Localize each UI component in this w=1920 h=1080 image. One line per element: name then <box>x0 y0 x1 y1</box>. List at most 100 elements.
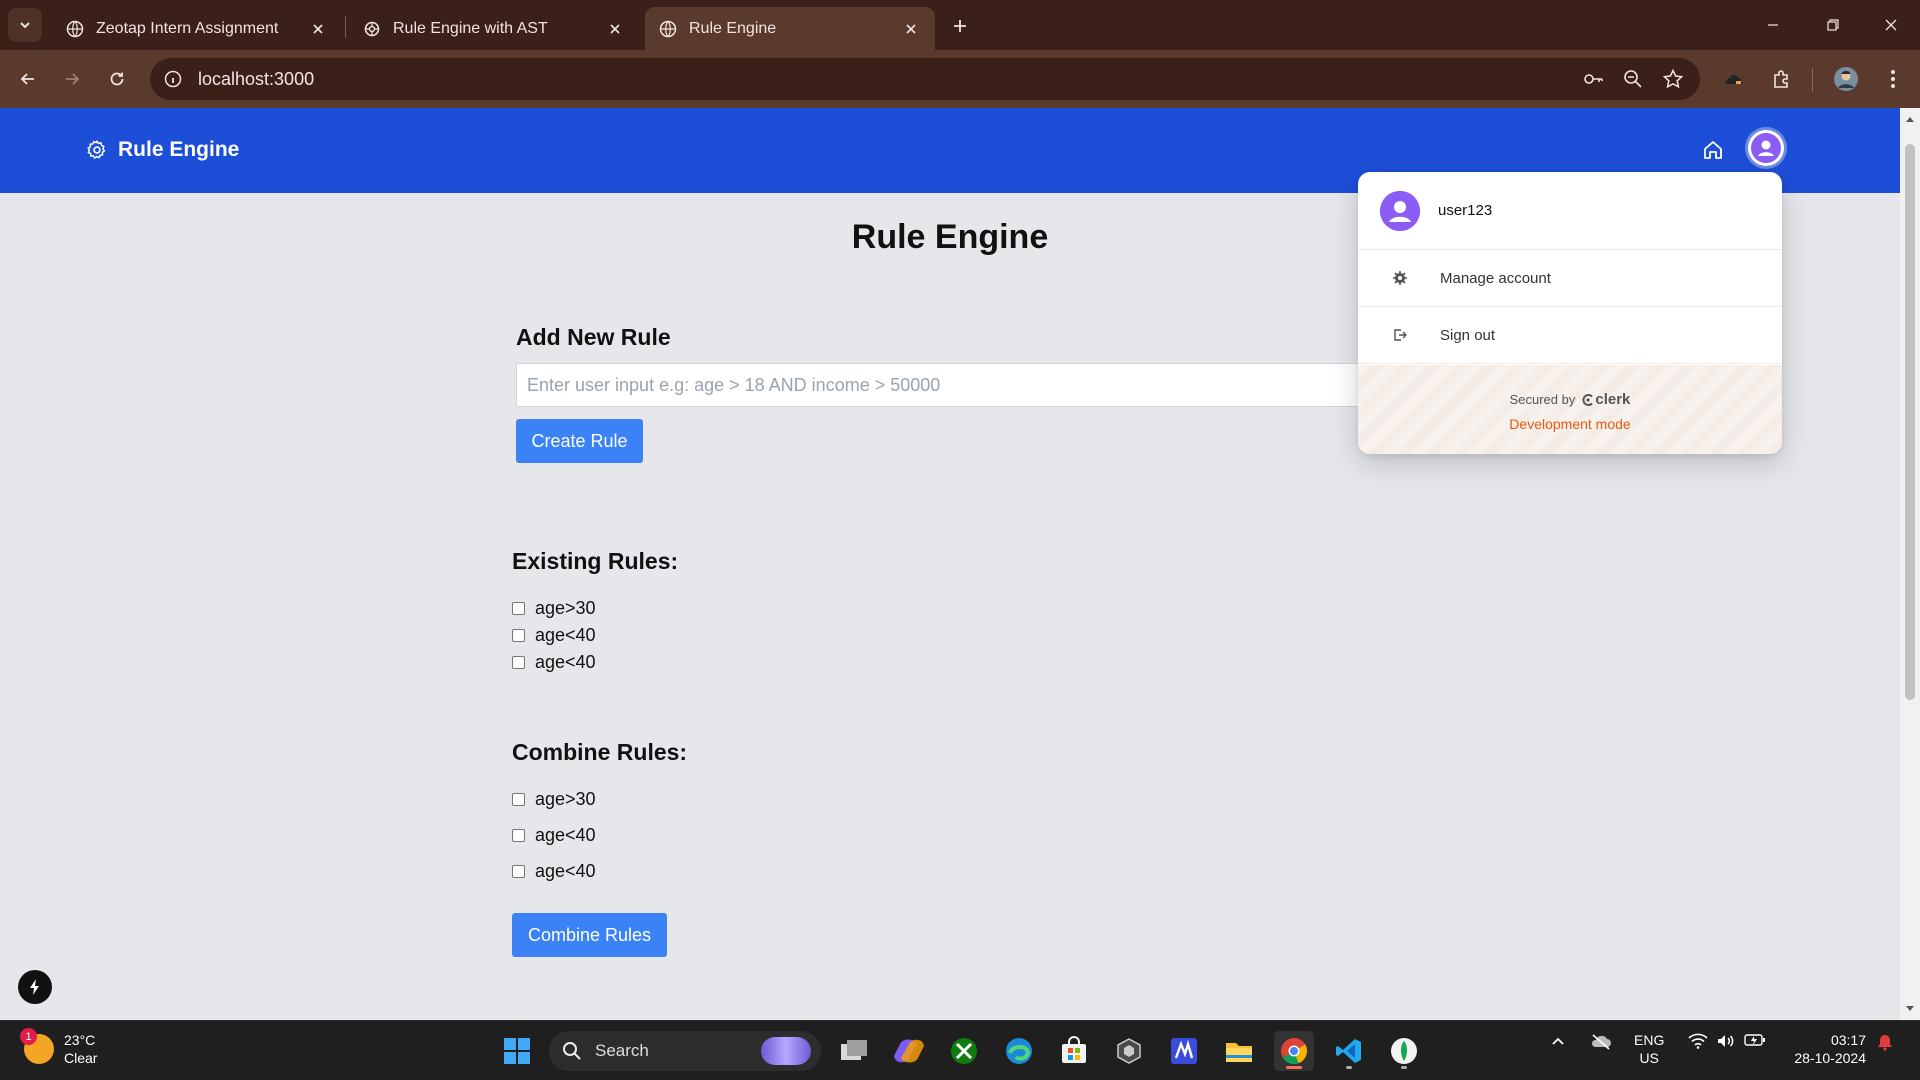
plus-icon <box>954 20 966 32</box>
tab-title: Zeotap Intern Assignment <box>96 19 279 37</box>
notification-badge: 1 <box>20 1028 37 1045</box>
user-avatar-button[interactable] <box>1748 130 1784 166</box>
dev-tools-bolt-button[interactable] <box>18 970 52 1004</box>
active-app-indicator <box>1286 1066 1302 1069</box>
password-key-icon[interactable] <box>1582 68 1604 90</box>
copilot-icon[interactable] <box>889 1031 929 1071</box>
show-hidden-icons-chevron-icon[interactable] <box>1550 1033 1566 1049</box>
tab-rule-engine-ast[interactable]: Rule Engine with AST <box>349 7 639 50</box>
unity-icon[interactable] <box>1109 1031 1149 1071</box>
taskbar-search[interactable]: Search <box>549 1031 821 1071</box>
bookmark-star-icon[interactable] <box>1662 68 1684 90</box>
gear-icon <box>86 139 108 161</box>
user-avatar-icon <box>1751 133 1781 163</box>
development-mode-label: Development mode <box>1509 416 1631 432</box>
popover-footer: Secured by clerk Development mode <box>1358 365 1782 454</box>
xbox-icon[interactable] <box>944 1031 984 1071</box>
existing-rules-heading: Existing Rules: <box>512 548 679 574</box>
mongodb-compass-icon[interactable] <box>1384 1031 1424 1071</box>
rule-input[interactable] <box>516 363 1416 407</box>
close-icon[interactable] <box>901 19 921 39</box>
new-tab-button[interactable] <box>946 12 974 40</box>
zoom-icon[interactable] <box>1622 68 1644 90</box>
tab-zeotap[interactable]: Zeotap Intern Assignment <box>52 7 342 50</box>
tab-rule-engine[interactable]: Rule Engine <box>645 7 935 50</box>
running-app-indicator <box>1401 1066 1407 1069</box>
existing-rule-item[interactable]: age>30 <box>512 598 596 619</box>
create-rule-button[interactable]: Create Rule <box>516 419 643 463</box>
weather-widget[interactable]: 1 23°C Clear <box>20 1028 97 1067</box>
windows-taskbar: 1 23°C Clear Search ENG US 03:17 28-10-2… <box>0 1020 1920 1080</box>
checkbox[interactable] <box>512 602 525 615</box>
scroll-up-arrow-icon[interactable] <box>1900 110 1920 128</box>
site-info-icon[interactable] <box>162 68 184 90</box>
existing-rule-item[interactable]: age<40 <box>512 652 596 673</box>
brand-link[interactable]: Rule Engine <box>86 138 239 162</box>
back-button[interactable] <box>12 63 44 95</box>
tab-title: Rule Engine with AST <box>393 19 548 37</box>
chrome-icon[interactable] <box>1274 1031 1314 1071</box>
combine-rule-item[interactable]: age>30 <box>512 789 596 810</box>
arrow-left-icon <box>20 73 34 85</box>
minimize-icon <box>1768 24 1778 26</box>
combine-rule-item[interactable]: age<40 <box>512 861 596 882</box>
tab-search-dropdown[interactable] <box>8 8 42 42</box>
rule-label: age<40 <box>535 652 596 672</box>
notification-bell-icon[interactable] <box>1876 1033 1894 1051</box>
checkbox[interactable] <box>512 793 525 806</box>
checkbox[interactable] <box>512 865 525 878</box>
battery-icon[interactable] <box>1744 1033 1766 1047</box>
restore-icon <box>1827 19 1839 31</box>
input-language[interactable]: ENG US <box>1634 1031 1664 1067</box>
existing-rule-item[interactable]: age<40 <box>512 625 596 646</box>
add-rule-heading: Add New Rule <box>516 324 671 350</box>
close-icon <box>1885 19 1897 31</box>
close-icon[interactable] <box>605 19 625 39</box>
microsoft-store-icon[interactable] <box>1054 1031 1094 1071</box>
page-scrollbar[interactable] <box>1900 108 1920 1020</box>
forward-button[interactable] <box>56 63 88 95</box>
vscode-icon[interactable] <box>1329 1031 1369 1071</box>
user-menu-popover: user123 Manage account Sign out Secured … <box>1358 172 1782 454</box>
manage-account-button[interactable]: Manage account <box>1358 250 1782 307</box>
more-menu-icon[interactable] <box>1877 63 1909 95</box>
checkbox[interactable] <box>512 629 525 642</box>
lightning-icon <box>30 979 39 995</box>
home-button[interactable] <box>1698 135 1728 165</box>
clerk-icon <box>1582 393 1594 406</box>
close-window-button[interactable] <box>1876 10 1906 40</box>
volume-icon[interactable] <box>1716 1033 1736 1049</box>
minimize-button[interactable] <box>1758 10 1788 40</box>
wifi-icon[interactable] <box>1688 1033 1708 1049</box>
extension-hat-icon[interactable] <box>1718 63 1750 95</box>
clerk-name: clerk <box>1595 391 1631 408</box>
clerk-logo[interactable]: clerk <box>1581 391 1630 408</box>
extensions-puzzle-icon[interactable] <box>1766 63 1798 95</box>
user-info: user123 <box>1358 172 1782 250</box>
windows-start-icon[interactable] <box>497 1031 537 1071</box>
close-icon[interactable] <box>308 19 328 39</box>
combine-rule-item[interactable]: age<40 <box>512 825 596 846</box>
toolbar-divider <box>1812 68 1813 92</box>
sign-out-button[interactable]: Sign out <box>1358 307 1782 364</box>
system-clock[interactable]: 03:17 28-10-2024 <box>1786 1031 1866 1067</box>
profile-avatar[interactable] <box>1830 63 1862 95</box>
checkbox[interactable] <box>512 656 525 669</box>
globe-icon <box>659 20 677 38</box>
secured-by: Secured by clerk <box>1358 391 1782 408</box>
address-bar[interactable]: localhost:3000 <box>150 58 1700 100</box>
app-m-icon[interactable] <box>1164 1031 1204 1071</box>
file-explorer-icon[interactable] <box>1219 1031 1259 1071</box>
rule-label: age<40 <box>535 625 596 645</box>
scroll-down-arrow-icon[interactable] <box>1900 1000 1920 1018</box>
combine-rules-button[interactable]: Combine Rules <box>512 913 667 957</box>
browser-tab-bar: Zeotap Intern Assignment Rule Engine wit… <box>0 0 1920 50</box>
reload-icon <box>110 72 124 86</box>
reload-button[interactable] <box>101 63 133 95</box>
onedrive-offline-icon[interactable] <box>1590 1033 1612 1051</box>
task-view-icon[interactable] <box>834 1031 874 1071</box>
edge-icon[interactable] <box>999 1031 1039 1071</box>
scroll-thumb[interactable] <box>1905 144 1915 700</box>
restore-button[interactable] <box>1818 10 1848 40</box>
checkbox[interactable] <box>512 829 525 842</box>
